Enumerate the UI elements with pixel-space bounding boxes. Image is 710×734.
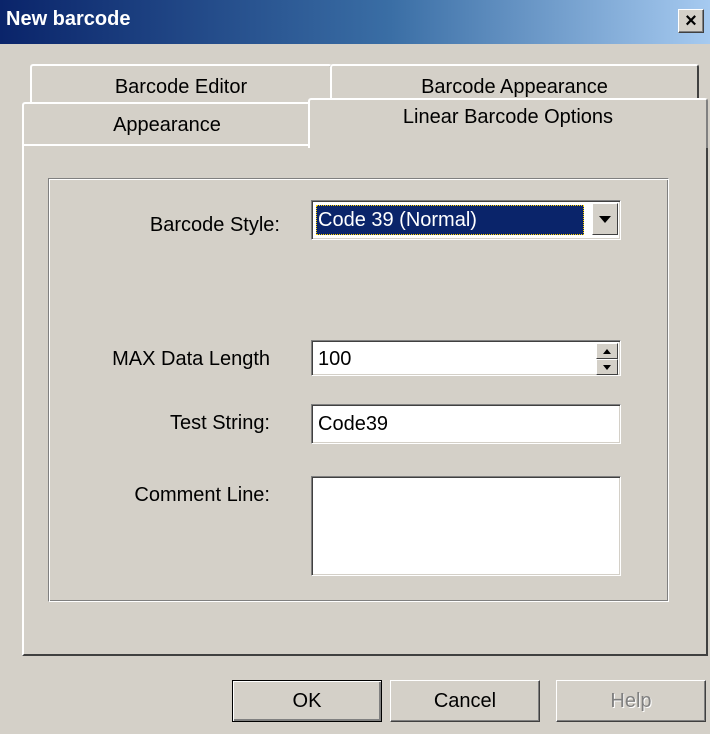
barcode-style-dropdown[interactable]: Code 39 (Normal): [311, 200, 621, 240]
spin-buttons: [596, 343, 618, 375]
max-data-length-value: 100: [318, 348, 352, 370]
comment-line-textarea[interactable]: [311, 476, 621, 576]
chevron-down-icon: [599, 215, 611, 223]
tab-label: Barcode Appearance: [421, 76, 608, 98]
test-string-label: Test String:: [169, 412, 270, 434]
tab-label: Linear Barcode Options: [402, 106, 614, 128]
tab-label: Appearance: [113, 114, 221, 136]
cancel-button[interactable]: Cancel: [390, 680, 540, 722]
tab-appearance[interactable]: Appearance: [22, 102, 312, 144]
title-bar: New barcode ×: [0, 0, 710, 44]
arrow-up-icon: [603, 348, 611, 354]
close-button[interactable]: ×: [678, 9, 704, 33]
spin-down-button[interactable]: [596, 359, 618, 375]
window-title: New barcode: [6, 8, 131, 30]
test-string-input[interactable]: Code39: [311, 404, 621, 444]
test-string-value: Code39: [318, 413, 389, 435]
help-button: Help: [556, 680, 706, 722]
tab-barcode-editor[interactable]: Barcode Editor: [30, 64, 332, 104]
arrow-down-icon: [603, 364, 611, 370]
barcode-style-value: Code 39 (Normal): [316, 205, 584, 235]
tab-label: Barcode Editor: [114, 76, 248, 98]
spin-up-button[interactable]: [596, 343, 618, 359]
barcode-style-label: Barcode Style:: [149, 214, 280, 236]
tab-linear-barcode-options[interactable]: Linear Barcode Options: [308, 98, 708, 148]
max-data-length-spinner[interactable]: 100: [311, 340, 621, 376]
max-data-length-label: MAX Data Length: [112, 348, 270, 370]
close-icon: ×: [685, 10, 697, 32]
dropdown-button[interactable]: [592, 203, 618, 235]
ok-button[interactable]: OK: [232, 680, 382, 722]
comment-line-label: Comment Line:: [134, 484, 270, 506]
